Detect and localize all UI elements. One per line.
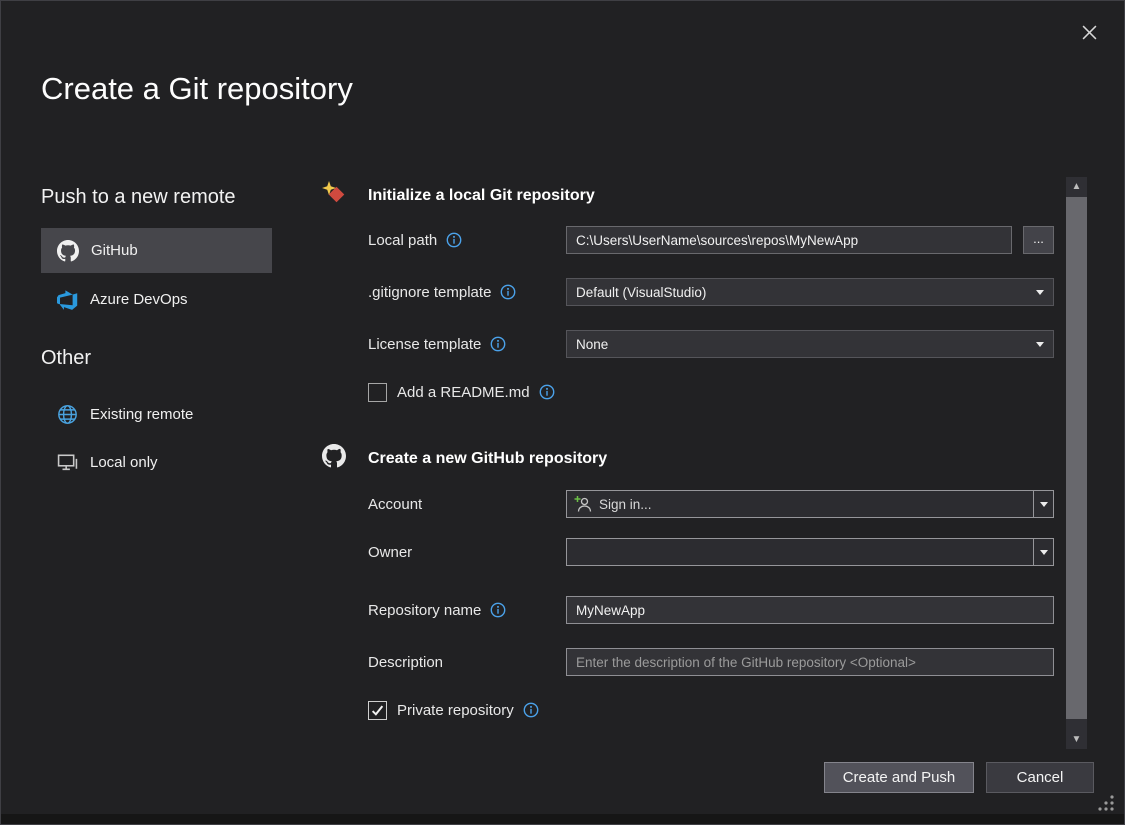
window-bottom-edge	[1, 814, 1124, 824]
sidebar-item-label: Existing remote	[90, 406, 193, 423]
page-title: Create a Git repository	[41, 71, 353, 107]
repository-name-label: Repository name	[368, 596, 506, 624]
scroll-up-button[interactable]: ▲	[1066, 177, 1087, 196]
scrollbar[interactable]: ▲ ▼	[1066, 177, 1087, 749]
license-template-dropdown[interactable]: None	[566, 330, 1054, 358]
globe-icon	[57, 404, 78, 425]
description-input[interactable]	[566, 648, 1054, 676]
private-repository-checkbox[interactable]	[368, 701, 387, 720]
chevron-down-icon	[1036, 290, 1044, 295]
chevron-down-icon	[1036, 342, 1044, 347]
cancel-button[interactable]: Cancel	[986, 762, 1094, 793]
info-icon[interactable]	[490, 336, 506, 352]
chevron-down-icon	[1040, 502, 1048, 507]
info-icon[interactable]	[523, 702, 539, 718]
account-value: Sign in...	[599, 497, 652, 512]
azure-devops-icon	[57, 289, 78, 310]
github-section-icon	[322, 444, 346, 468]
sidebar-item-local-only[interactable]: Local only	[41, 440, 272, 484]
init-repository-icon	[321, 180, 348, 207]
info-icon[interactable]	[539, 384, 555, 400]
readme-row: Add a README.md	[368, 380, 555, 404]
dropdown-value: None	[576, 337, 608, 352]
resize-grip-icon	[1095, 792, 1117, 814]
scroll-down-button[interactable]: ▼	[1066, 730, 1087, 749]
repository-name-input[interactable]	[566, 596, 1054, 624]
info-icon[interactable]	[446, 232, 462, 248]
local-path-label: Local path	[368, 226, 462, 254]
github-section-title: Create a new GitHub repository	[368, 450, 607, 468]
sidebar-item-github[interactable]: GitHub	[41, 228, 272, 273]
gitignore-template-dropdown[interactable]: Default (VisualStudio)	[566, 278, 1054, 306]
dropdown-value: Default (VisualStudio)	[576, 285, 706, 300]
owner-dropdown[interactable]	[566, 538, 1054, 566]
check-icon	[371, 704, 384, 717]
private-row: Private repository	[368, 698, 539, 722]
license-template-label: License template	[368, 330, 506, 358]
description-label: Description	[368, 648, 443, 676]
monitor-icon	[57, 452, 78, 473]
sign-in-icon	[574, 495, 592, 513]
local-path-input[interactable]	[566, 226, 1012, 254]
resize-grip[interactable]	[1095, 792, 1117, 814]
readme-label: Add a README.md	[397, 380, 555, 404]
account-dropdown[interactable]: Sign in...	[566, 490, 1054, 518]
other-heading: Other	[41, 347, 91, 370]
browse-button[interactable]: ...	[1023, 226, 1054, 254]
sidebar-item-azure-devops[interactable]: Azure DevOps	[41, 277, 272, 322]
chevron-down-icon	[1040, 550, 1048, 555]
create-git-repository-dialog: Create a Git repository Push to a new re…	[0, 0, 1125, 825]
owner-label: Owner	[368, 538, 412, 566]
close-button[interactable]	[1073, 17, 1105, 47]
info-icon[interactable]	[500, 284, 516, 300]
readme-checkbox[interactable]	[368, 383, 387, 402]
sidebar-item-existing-remote[interactable]: Existing remote	[41, 392, 272, 436]
scroll-thumb[interactable]	[1066, 197, 1087, 719]
private-repository-label: Private repository	[397, 698, 539, 722]
account-dropdown-button[interactable]	[1033, 491, 1053, 517]
gitignore-template-label: .gitignore template	[368, 278, 516, 306]
info-icon[interactable]	[490, 602, 506, 618]
init-section-title: Initialize a local Git repository	[368, 187, 595, 205]
sidebar-item-label: Local only	[90, 454, 158, 471]
create-and-push-button[interactable]: Create and Push	[824, 762, 974, 793]
push-remote-heading: Push to a new remote	[41, 186, 236, 209]
owner-dropdown-button[interactable]	[1033, 539, 1053, 565]
account-label: Account	[368, 490, 422, 518]
close-icon	[1082, 25, 1097, 40]
sidebar-item-label: Azure DevOps	[90, 291, 188, 308]
sidebar-item-label: GitHub	[91, 242, 138, 259]
github-icon	[57, 240, 79, 262]
